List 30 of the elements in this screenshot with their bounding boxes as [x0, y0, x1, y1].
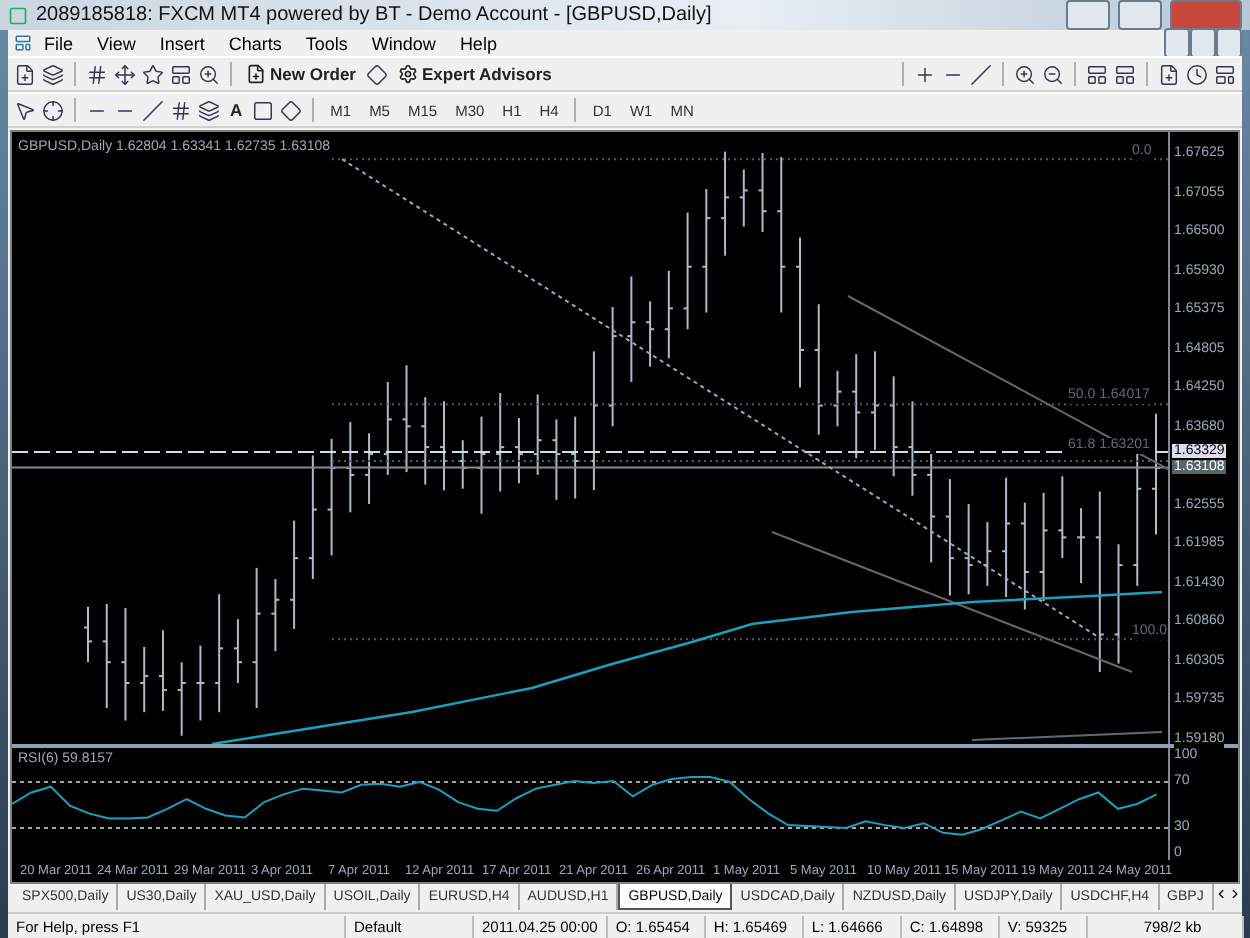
clock-icon[interactable] [1186, 63, 1208, 85]
scroll-right-icon[interactable] [1227, 884, 1242, 904]
close-button[interactable] [1216, 28, 1242, 58]
menu-item[interactable]: Help [447, 33, 509, 53]
text-tool-button[interactable]: A [226, 96, 247, 124]
chart-window-icon [14, 34, 32, 52]
zoom-out-icon[interactable] [1042, 63, 1064, 85]
new-order-button[interactable]: New Order [242, 60, 360, 88]
menu-item[interactable]: Window [359, 33, 448, 53]
restore-button[interactable] [1190, 28, 1216, 58]
menu-item[interactable]: Charts [216, 33, 294, 53]
menu-item[interactable]: File [32, 33, 86, 53]
document-plus-icon [246, 64, 266, 84]
menu-item[interactable]: View [85, 33, 148, 53]
cursor-icon[interactable] [14, 99, 36, 121]
maximize-button[interactable] [1118, 0, 1162, 30]
zoom-in-icon[interactable] [1014, 63, 1036, 85]
minimize-button[interactable] [1164, 28, 1190, 58]
minimize-button[interactable] [1066, 0, 1110, 30]
diamond-icon[interactable] [366, 63, 388, 85]
trendline-icon[interactable] [142, 99, 164, 121]
expert-advisors-button[interactable]: Expert Advisors [394, 60, 556, 88]
menu-item[interactable]: Insert [147, 33, 217, 53]
menu-item[interactable]: Tools [293, 33, 360, 53]
crosshair-icon[interactable] [42, 99, 64, 121]
gear-icon [398, 64, 418, 84]
favorites-icon[interactable] [142, 63, 164, 85]
window-title: 2089185818: FXCM MT4 powered by BT - Demo Account - [GBPUSD,Daily] [36, 4, 714, 26]
app-icon [8, 5, 28, 25]
scroll-left-icon[interactable] [1213, 884, 1228, 904]
